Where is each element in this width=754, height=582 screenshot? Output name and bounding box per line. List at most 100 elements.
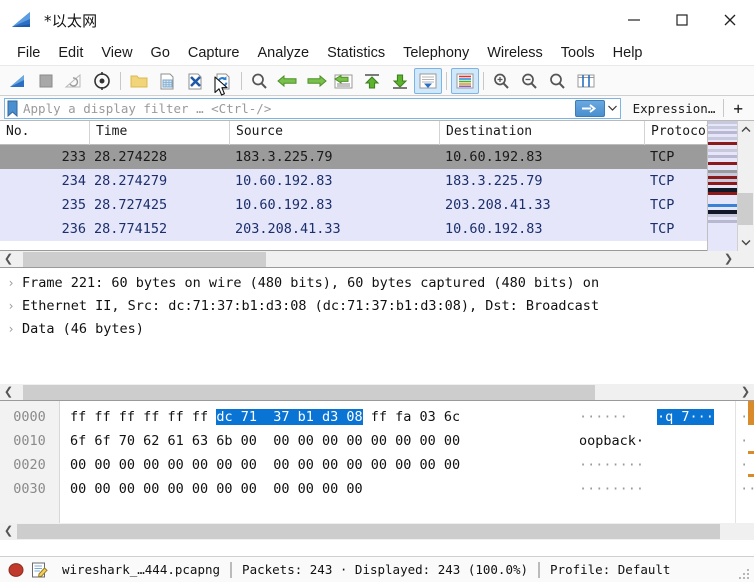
chevron-left-icon[interactable]: ❮ — [0, 384, 17, 401]
window-title: *以太网 — [44, 11, 98, 30]
stop-capture-icon[interactable] — [32, 68, 60, 94]
resize-grip-icon[interactable] — [739, 567, 751, 579]
resize-columns-icon[interactable] — [572, 68, 600, 94]
filter-bookmark-icon[interactable] — [5, 99, 20, 118]
hex-row[interactable]: 6f 6f 70 62 61 63 6b 00 00 00 00 00 00 0… — [60, 429, 754, 453]
packet-list-vertical-scrollbar[interactable] — [737, 121, 754, 251]
hscroll-track[interactable] — [17, 251, 720, 267]
go-forward-icon[interactable] — [302, 68, 330, 94]
chevron-right-icon[interactable]: ❯ — [720, 251, 737, 268]
table-row[interactable]: 234 28.274279 10.60.192.83 183.3.225.79 … — [0, 169, 754, 193]
go-first-packet-icon[interactable] — [358, 68, 386, 94]
status-separator — [230, 561, 233, 578]
apply-filter-arrow-icon[interactable] — [574, 99, 605, 117]
menu-go[interactable]: Go — [142, 43, 179, 63]
detail-row-frame[interactable]: › Frame 221: 60 bytes on wire (480 bits)… — [0, 271, 754, 294]
go-back-icon[interactable] — [274, 68, 302, 94]
start-capture-icon[interactable] — [4, 68, 32, 94]
packet-bytes-pane: 0000 0010 0020 0030 ff ff ff ff ff ff dc… — [0, 401, 754, 523]
menu-view[interactable]: View — [92, 43, 141, 63]
column-header-time[interactable]: Time — [90, 121, 230, 145]
chevron-right-icon[interactable]: › — [0, 322, 22, 336]
minimize-icon[interactable] — [610, 0, 658, 40]
stop-capture-status-icon[interactable] — [8, 562, 24, 578]
restart-capture-icon[interactable] — [60, 68, 88, 94]
open-file-icon[interactable] — [125, 68, 153, 94]
cell-source: 183.3.225.79 — [235, 149, 333, 165]
packet-list-rows: 233 28.274228 183.3.225.79 10.60.192.83 … — [0, 145, 754, 250]
packet-bytes-horizontal-scrollbar[interactable]: ❮ — [0, 523, 754, 540]
menu-wireless[interactable]: Wireless — [478, 43, 552, 63]
chevron-right-icon[interactable]: › — [0, 299, 22, 313]
intelligent-scrollbar-map[interactable] — [707, 121, 737, 251]
packet-list-horizontal-scrollbar[interactable]: ❮ ❯ — [0, 251, 754, 268]
table-row[interactable]: 236 28.774152 203.208.41.33 10.60.192.83… — [0, 217, 754, 241]
detail-text-ethernet: Ethernet II, Src: dc:71:37:b1:d3:08 (dc:… — [22, 297, 600, 314]
configuration-profile[interactable]: Profile: Default — [550, 562, 670, 577]
hex-body[interactable]: ff ff ff ff ff ff dc 71 37 b1 d3 08 ff f… — [60, 401, 754, 523]
hscroll-thumb[interactable] — [17, 524, 720, 539]
hex-row[interactable]: ff ff ff ff ff ff dc 71 37 b1 d3 08 ff f… — [60, 405, 754, 429]
hscroll-thumb[interactable] — [23, 384, 595, 400]
menu-telephony[interactable]: Telephony — [394, 43, 478, 63]
cell-time: 28.274279 — [94, 173, 168, 189]
hex-row[interactable]: 00 00 00 00 00 00 00 00 00 00 00 00 ····… — [60, 477, 754, 501]
filter-expression-button[interactable]: Expression… — [621, 101, 724, 116]
close-file-icon[interactable] — [181, 68, 209, 94]
hex-row[interactable]: 00 00 00 00 00 00 00 00 00 00 00 00 00 0… — [60, 453, 754, 477]
chevron-right-icon[interactable]: ❯ — [737, 384, 754, 401]
toolbar-separator — [120, 71, 121, 90]
column-header-source[interactable]: Source — [230, 121, 440, 145]
packet-counts: Packets: 243 · Displayed: 243 (100.0%) — [242, 562, 529, 577]
column-header-protocol[interactable]: Protocol — [645, 121, 711, 145]
menu-statistics[interactable]: Statistics — [318, 43, 394, 63]
packet-details-horizontal-scrollbar[interactable]: ❮ ❯ — [0, 384, 754, 401]
menu-help[interactable]: Help — [604, 43, 652, 63]
table-row[interactable]: 235 28.727425 10.60.192.83 203.208.41.33… — [0, 193, 754, 217]
hscroll-track[interactable] — [17, 384, 737, 400]
hscroll-thumb[interactable] — [23, 251, 266, 267]
hscroll-track[interactable] — [17, 524, 754, 539]
zoom-out-icon[interactable] — [516, 68, 544, 94]
display-filter-input[interactable]: Apply a display filter … <Ctrl-/> — [4, 97, 621, 119]
cell-no: 233 — [61, 149, 86, 165]
chevron-right-icon[interactable]: › — [0, 276, 22, 290]
colorize-icon[interactable] — [451, 67, 479, 94]
menu-capture[interactable]: Capture — [179, 43, 249, 63]
column-header-destination[interactable]: Destination — [440, 121, 645, 145]
chevron-left-icon[interactable]: ❮ — [0, 523, 17, 540]
hex-bytes-selected: dc 71 — [216, 409, 266, 425]
hex-ascii-plain: ······ — [579, 409, 628, 425]
zoom-reset-icon[interactable] — [544, 68, 572, 94]
table-row[interactable]: 233 28.274228 183.3.225.79 10.60.192.83 … — [0, 145, 754, 169]
detail-row-data[interactable]: › Data (46 bytes) — [0, 317, 754, 340]
menu-edit[interactable]: Edit — [49, 43, 92, 63]
detail-row-ethernet[interactable]: › Ethernet II, Src: dc:71:37:b1:d3:08 (d… — [0, 294, 754, 317]
add-filter-button[interactable]: + — [724, 99, 752, 118]
hex-bytes-plain: 6f 6f 70 62 61 63 6b 00 — [70, 433, 266, 449]
go-last-packet-icon[interactable] — [386, 68, 414, 94]
capture-options-icon[interactable] — [88, 68, 116, 94]
cell-destination: 10.60.192.83 — [445, 221, 543, 237]
capture-comment-icon[interactable] — [30, 561, 48, 579]
cell-source: 10.60.192.83 — [235, 197, 333, 213]
chevron-down-icon[interactable] — [738, 234, 754, 251]
menu-analyze[interactable]: Analyze — [248, 43, 318, 63]
chevron-up-icon[interactable] — [738, 121, 754, 138]
column-header-no[interactable]: No. — [0, 121, 90, 145]
menu-tools[interactable]: Tools — [552, 43, 604, 63]
packet-list-scroll-thumb[interactable] — [738, 193, 753, 225]
filter-history-chevron-icon[interactable] — [606, 99, 620, 118]
cell-destination: 203.208.41.33 — [445, 197, 551, 213]
save-file-icon[interactable] — [153, 68, 181, 94]
chevron-left-icon[interactable]: ❮ — [0, 251, 17, 268]
maximize-icon[interactable] — [658, 0, 706, 40]
close-icon[interactable] — [706, 0, 754, 40]
zoom-in-icon[interactable] — [488, 68, 516, 94]
cell-source: 10.60.192.83 — [235, 173, 333, 189]
capture-file-name[interactable]: wireshark_…444.pcapng — [62, 562, 220, 577]
auto-scroll-icon[interactable] — [414, 67, 442, 94]
menu-file[interactable]: File — [8, 43, 49, 63]
go-to-packet-icon[interactable] — [330, 68, 358, 94]
find-packet-icon[interactable] — [246, 68, 274, 94]
